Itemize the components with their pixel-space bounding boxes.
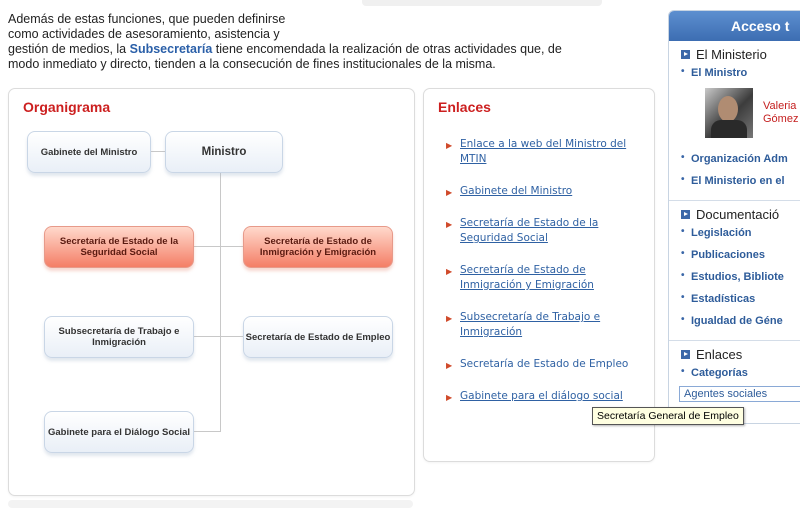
list-item: ▶ Subsecretaría de Trabajo e Inmigración (438, 310, 638, 340)
sidebar-item-ministro[interactable]: El Ministro (681, 62, 800, 84)
arrow-right-icon: ▶ (446, 141, 453, 150)
intro-line-2: como actividades de asesoramiento, asist… (8, 27, 280, 41)
connector-trunk (220, 172, 221, 432)
sidebar-item-estadisticas[interactable]: Estadísticas (681, 288, 800, 310)
section-title-label: El Ministerio (696, 47, 767, 62)
list-item: ▶ Enlace a la web del Ministro del MTIN (438, 137, 638, 167)
arrow-right-icon: ▶ (446, 267, 453, 276)
sidebar-section-title[interactable]: Enlaces (681, 347, 800, 362)
sidebar-item-ministerio-en[interactable]: El Ministerio en el (681, 170, 800, 192)
link-gabinete-dialogo[interactable]: Gabinete para el diálogo social (460, 390, 623, 402)
link-tooltip: Secretaría General de Empleo (592, 407, 744, 425)
section-title-label: Enlaces (696, 347, 743, 362)
minister-name-line-2: Gómez (763, 113, 799, 125)
minister-name[interactable]: Valeria Gómez (763, 100, 798, 126)
list-item: ▶ Secretaría de Estado de Empleo (438, 357, 638, 372)
organigrama-title: Organigrama (23, 99, 111, 115)
sidebar-item-publicaciones[interactable]: Publicaciones (681, 244, 800, 266)
link-se-seguridad-social[interactable]: Secretaría de Estado de la Seguridad Soc… (460, 217, 598, 244)
sidebar-section-enlaces: Enlaces Categorías Agentes sociales (669, 341, 800, 406)
intro-line-3: gestión de medios, la Subsecretaría tien… (8, 42, 648, 57)
minister-name-line-1: Valeria (763, 100, 797, 112)
sidebar-item-categorias[interactable]: Categorías (681, 362, 800, 384)
section-arrow-icon (681, 350, 690, 359)
org-box-se-empleo[interactable]: Secretaría de Estado de Empleo (243, 316, 393, 358)
section-title-label: Documentació (696, 207, 780, 222)
sidebar-item-igualdad[interactable]: Igualdad de Géne (681, 310, 800, 332)
list-item: ▶ Secretaría de Estado de la Seguridad So… (438, 216, 638, 246)
arrow-right-icon: ▶ (446, 361, 453, 370)
list-item: ▶ Secretaría de Estado de Inmigración y E… (438, 263, 638, 293)
arrow-right-icon: ▶ (446, 188, 453, 197)
link-se-empleo[interactable]: Secretaría de Estado de Empleo (460, 358, 628, 370)
org-box-gabinete-ministro[interactable]: Gabinete del Ministro (27, 131, 151, 173)
sidebar-section-title[interactable]: El Ministerio (681, 47, 800, 62)
list-item: ▶ Gabinete del Ministro (438, 184, 638, 199)
intro-line-3-end: tiene encomendada la realización de otra… (212, 42, 562, 56)
connector-row-1 (193, 246, 243, 247)
subsecretaria-highlight: Subsecretaría (129, 42, 213, 56)
categorias-select[interactable]: Agentes sociales (679, 386, 800, 402)
sidebar-section-documentacion: Documentació Legislación Publicaciones E… (669, 201, 800, 336)
acceso-sidebar: Acceso t El Ministerio El Ministro Valer… (668, 10, 800, 424)
org-box-se-inmigracion[interactable]: Secretaría de Estado de Inmigración y Em… (243, 226, 393, 268)
list-item: ▶ Gabinete para el diálogo social (438, 389, 638, 404)
intro-line-1: Además de estas funciones, que pueden de… (8, 12, 286, 26)
organigrama-panel: Organigrama Gabinete del Ministro Minist… (8, 88, 415, 496)
arrow-right-icon: ▶ (446, 393, 453, 402)
link-se-inmigracion[interactable]: Secretaría de Estado de Inmigración y Em… (460, 264, 594, 291)
org-box-subsecretaria[interactable]: Subsecretaría de Trabajo e Inmigración (44, 316, 194, 358)
section-arrow-icon (681, 50, 690, 59)
sidebar-section-ministerio: El Ministerio El Ministro Valeria Gómez … (669, 41, 800, 196)
arrow-right-icon: ▶ (446, 314, 453, 323)
connector-row-2 (193, 336, 243, 337)
intro-line-3-start: gestión de medios, la (8, 42, 130, 56)
enlaces-panel: Enlaces ▶ Enlace a la web del Ministro de… (423, 88, 655, 462)
intro-line-4: modo inmediato y directo, tienden a la c… (8, 57, 496, 71)
sidebar-item-organizacion[interactable]: Organización Adm (681, 148, 800, 170)
section-arrow-icon (681, 210, 690, 219)
sidebar-header: Acceso t (669, 11, 800, 41)
enlaces-list: ▶ Enlace a la web del Ministro del MTIN ▶… (438, 137, 638, 421)
org-box-ministro[interactable]: Ministro (165, 131, 283, 173)
intro-text: Además de estas funciones, que pueden de… (8, 12, 648, 72)
minister-photo[interactable] (705, 88, 753, 138)
link-web-ministro[interactable]: Enlace a la web del Ministro del MTIN (460, 138, 626, 165)
link-gabinete-ministro[interactable]: Gabinete del Ministro (460, 185, 572, 197)
sidebar-item-estudios[interactable]: Estudios, Bibliote (681, 266, 800, 288)
connector-row-3 (193, 431, 221, 432)
enlaces-title: Enlaces (438, 99, 491, 115)
bottom-divider (8, 500, 413, 508)
connector-gabinete (149, 151, 165, 152)
minister-card[interactable]: Valeria Gómez (705, 88, 800, 138)
org-box-se-seguridad-social[interactable]: Secretaría de Estado de la Seguridad Soc… (44, 226, 194, 268)
link-subsecretaria[interactable]: Subsecretaría de Trabajo e Inmigración (460, 311, 600, 338)
top-divider (362, 0, 602, 6)
sidebar-item-legislacion[interactable]: Legislación (681, 222, 800, 244)
arrow-right-icon: ▶ (446, 220, 453, 229)
sidebar-section-title[interactable]: Documentació (681, 207, 800, 222)
org-box-gabinete-dialogo[interactable]: Gabinete para el Diálogo Social (44, 411, 194, 453)
